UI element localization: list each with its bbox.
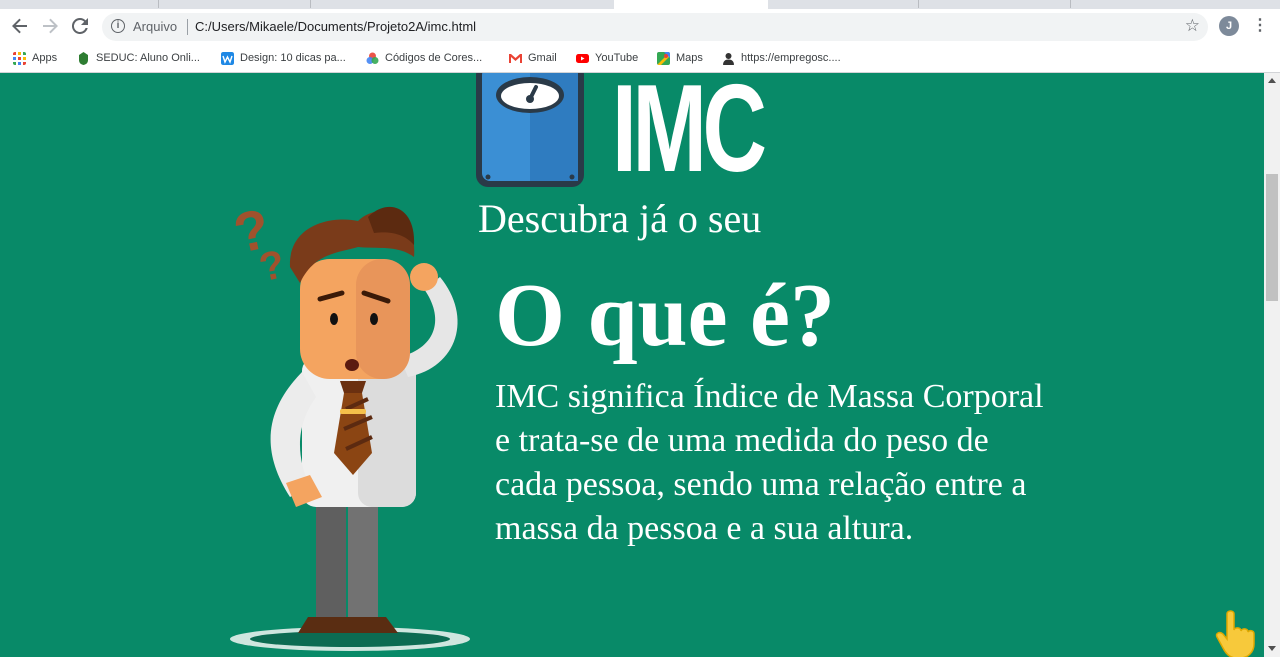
forward-button[interactable]	[39, 15, 61, 37]
back-button[interactable]	[9, 15, 31, 37]
bookmark-codigos-cores[interactable]: Códigos de Cores...	[366, 49, 482, 67]
maps-icon	[657, 51, 670, 65]
security-chip[interactable]: Arquivo	[133, 19, 177, 34]
bookmark-gmail[interactable]: Gmail	[509, 49, 557, 67]
vertical-scrollbar[interactable]	[1264, 73, 1280, 657]
bookmark-label: https://empregosc....	[741, 52, 841, 64]
color-wheel-icon	[366, 52, 379, 64]
bookmark-label: Gmail	[528, 52, 557, 64]
reload-button[interactable]	[69, 15, 91, 37]
page-content: IMC Descubra já o seu ? ? O que é? IMC s…	[0, 73, 1264, 657]
question-mark-icon: ?	[256, 242, 289, 290]
bookmark-star-icon[interactable]: ☆	[1185, 16, 1200, 36]
tab-divider	[1070, 0, 1071, 8]
tab-divider	[310, 0, 311, 8]
bookmark-maps[interactable]: Maps	[657, 49, 703, 67]
pointer-hand-icon	[1215, 610, 1255, 657]
logo-text: IMC	[612, 73, 767, 198]
forward-arrow-icon	[43, 18, 58, 34]
browser-toolbar: i Arquivo C:/Users/Mikaele/Documents/Pro…	[0, 9, 1280, 43]
design-site-icon	[221, 51, 234, 65]
back-arrow-icon	[12, 18, 27, 34]
section-heading: O que é?	[495, 266, 836, 365]
bookmarks-bar: Apps SEDUC: Aluno Onli... Design: 10 dic…	[0, 43, 1280, 73]
empregos-site-icon	[723, 52, 734, 65]
active-tab[interactable]	[614, 0, 768, 9]
confused-man-illustration: ? ?	[228, 197, 470, 651]
scroll-up-icon[interactable]	[1268, 78, 1276, 83]
url-text[interactable]: C:/Users/Mikaele/Documents/Projeto2A/imc…	[195, 19, 476, 34]
reload-icon	[72, 18, 88, 34]
bookmark-design[interactable]: Design: 10 dicas pa...	[221, 49, 346, 67]
apps-grid-icon	[13, 51, 26, 65]
description-paragraph: IMC significa Índice de Massa Corporal e…	[495, 378, 1044, 547]
info-icon[interactable]: i	[111, 19, 125, 33]
bookmark-empregos[interactable]: https://empregosc....	[722, 49, 841, 67]
tab-strip	[0, 0, 1280, 9]
tab-divider	[158, 0, 159, 8]
bookmark-apps[interactable]: Apps	[13, 49, 57, 67]
seduc-icon	[79, 51, 88, 65]
bookmark-label: SEDUC: Aluno Onli...	[96, 52, 200, 64]
bookmark-label: YouTube	[595, 52, 639, 64]
bookmark-youtube[interactable]: YouTube	[576, 49, 638, 67]
address-bar[interactable]: i Arquivo C:/Users/Mikaele/Documents/Pro…	[102, 13, 1208, 41]
bookmark-label: Códigos de Cores...	[385, 52, 483, 64]
bookmark-label: Design: 10 dicas pa...	[240, 52, 346, 64]
bookmark-label: Apps	[32, 52, 58, 64]
youtube-icon	[576, 53, 589, 63]
scroll-down-icon[interactable]	[1268, 646, 1276, 651]
scale-icon	[476, 73, 584, 187]
bookmark-label: Maps	[676, 52, 703, 64]
gmail-icon	[509, 53, 522, 63]
subtitle: Descubra já o seu	[478, 196, 762, 241]
scrollbar-thumb[interactable]	[1266, 174, 1278, 301]
tab-divider	[918, 0, 919, 8]
browser-menu-icon[interactable]: ⋮	[1252, 16, 1268, 36]
address-separator	[187, 19, 188, 35]
bookmark-seduc[interactable]: SEDUC: Aluno Onli...	[77, 49, 200, 67]
profile-avatar[interactable]: J	[1219, 16, 1239, 36]
